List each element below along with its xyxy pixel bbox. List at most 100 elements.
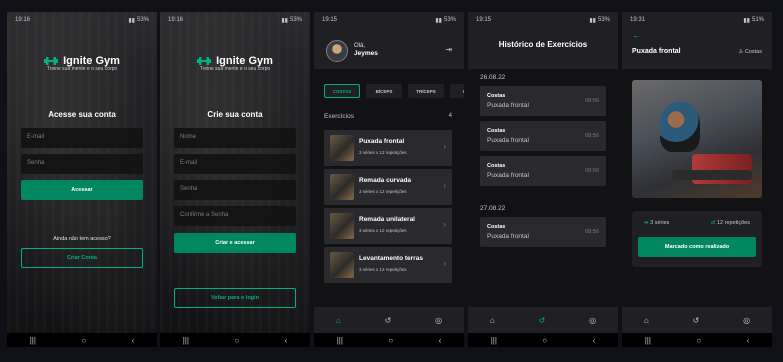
signin-screen: 19:16 ▮▮ 53% Ignite Gym Treine sua mente …	[7, 12, 157, 347]
exercise-name: Levantamento terras	[359, 255, 423, 262]
recents-icon[interactable]: |||	[30, 336, 36, 345]
history-tab-icon[interactable]: ↺	[693, 316, 700, 325]
exercise-thumbnail	[330, 135, 354, 161]
history-group: Costas	[487, 93, 506, 99]
history-time: 08:56	[585, 229, 599, 235]
history-exercise: Puxada frontal	[487, 137, 529, 144]
history-exercise: Puxada frontal	[487, 233, 529, 240]
exercise-card[interactable]: Remada unilateral 3 séries x 12 repetiçõ…	[324, 208, 452, 244]
home-nav-icon[interactable]: ○	[81, 336, 86, 345]
create-account-button[interactable]: Criar Conta	[21, 248, 143, 268]
signup-heading: Crie sua conta	[207, 110, 263, 119]
group-ombros[interactable]: OMB	[450, 84, 464, 98]
app-screenshots-collage: 19:16 ▮▮ 53% Ignite Gym Treine sua mente …	[0, 0, 783, 362]
email-field[interactable]: E-mail	[174, 154, 296, 174]
status-time: 19:15	[476, 17, 492, 23]
recents-icon[interactable]: |||	[491, 336, 497, 345]
password-field[interactable]: Senha	[21, 154, 143, 174]
battery-level: 53%	[289, 17, 302, 23]
history-screen: 19:15 ▮▮ 53% Histórico de Exercícios 26.0…	[468, 12, 618, 347]
recents-icon[interactable]: |||	[337, 336, 343, 345]
history-tab-icon[interactable]: ↺	[539, 316, 546, 325]
back-nav-icon[interactable]: ‹	[747, 336, 750, 345]
exercise-card[interactable]: Levantamento terras 3 séries x 12 repeti…	[324, 247, 452, 283]
logout-icon[interactable]: ⇥	[445, 45, 452, 54]
name-field[interactable]: Nome	[174, 128, 296, 148]
create-and-login-button[interactable]: Criar e acessar	[174, 233, 296, 253]
exercise-card[interactable]: Puxada frontal 3 séries x 12 repetições …	[324, 130, 452, 166]
email-field[interactable]: E-mail	[21, 128, 143, 148]
home-tab-icon[interactable]: ⌂	[490, 316, 495, 325]
signin-button[interactable]: Acessar	[21, 180, 143, 200]
history-item: Costas Puxada frontal 08:56	[480, 156, 606, 186]
mark-done-button[interactable]: Marcado como realizado	[638, 237, 756, 257]
battery-level: 53%	[136, 17, 149, 23]
exercise-detail: 3 séries x 12 repetições	[359, 267, 407, 272]
exercise-detail: 3 séries x 12 repetições	[359, 228, 407, 233]
android-nav-bar: ||| ○ ‹	[160, 333, 310, 347]
exercises-label: Exercícios	[324, 113, 354, 120]
bottom-tab-bar: ⌂ ↺ ◎	[314, 307, 464, 333]
group-costas[interactable]: COSTAS	[324, 84, 360, 98]
exercises-count: 4	[448, 113, 452, 119]
signin-heading: Acesse sua conta	[48, 110, 116, 119]
battery-level: 53%	[597, 17, 610, 23]
history-time: 08:56	[585, 98, 599, 104]
group-biceps[interactable]: BÍCEPS	[366, 84, 402, 98]
chevron-right-icon: ›	[443, 259, 446, 268]
home-nav-icon[interactable]: ○	[542, 336, 547, 345]
avatar[interactable]	[326, 40, 348, 62]
status-bar: 19:31 ▮▮ 51%	[622, 12, 772, 28]
back-nav-icon[interactable]: ‹	[593, 336, 596, 345]
chevron-right-icon: ›	[443, 142, 446, 151]
recents-icon[interactable]: |||	[183, 336, 189, 345]
signal-icon: ▮▮	[743, 17, 750, 24]
exercise-title: Puxada frontal	[632, 48, 681, 55]
status-time: 19:16	[15, 17, 31, 23]
home-nav-icon[interactable]: ○	[696, 336, 701, 345]
back-to-login-button[interactable]: Voltar para o login	[174, 288, 296, 308]
exercise-group: ♙ Costas	[738, 49, 762, 55]
history-group: Costas	[487, 224, 506, 230]
history-date: 26.08.22	[480, 74, 506, 81]
back-nav-icon[interactable]: ‹	[439, 336, 442, 345]
exercise-name: Remada curvada	[359, 177, 412, 184]
history-tab-icon[interactable]: ↺	[385, 316, 392, 325]
exercise-thumbnail	[330, 252, 354, 278]
back-nav-icon[interactable]: ‹	[285, 336, 288, 345]
back-arrow-icon[interactable]: ←	[632, 30, 641, 40]
exercise-photo	[632, 80, 762, 198]
home-tab-icon[interactable]: ⌂	[644, 316, 649, 325]
history-time: 08:56	[585, 168, 599, 174]
status-time: 19:16	[168, 17, 184, 23]
status-bar: 19:15 ▮▮ 53%	[314, 12, 464, 28]
sets-label: 3 séries	[650, 220, 670, 226]
group-triceps[interactable]: TRÍCEPS	[408, 84, 444, 98]
home-nav-icon[interactable]: ○	[388, 336, 393, 345]
history-group: Costas	[487, 163, 506, 169]
home-nav-icon[interactable]: ○	[234, 336, 239, 345]
sets-info: ⇹ 3 séries	[644, 220, 669, 226]
confirm-password-field[interactable]: Confirme a Senha	[174, 206, 296, 226]
history-time: 08:56	[585, 133, 599, 139]
recents-icon[interactable]: |||	[645, 336, 651, 345]
exercise-group-label: Costas	[744, 49, 762, 55]
home-tab-icon[interactable]: ⌂	[336, 316, 341, 325]
signup-screen: 19:16 ▮▮ 53% Ignite Gym Treine sua mente …	[160, 12, 310, 347]
history-exercise: Puxada frontal	[487, 172, 529, 179]
profile-tab-icon[interactable]: ◎	[589, 316, 596, 325]
profile-tab-icon[interactable]: ◎	[435, 316, 442, 325]
signal-icon: ▮▮	[128, 17, 135, 24]
battery-level: 51%	[751, 17, 764, 23]
password-field[interactable]: Senha	[174, 180, 296, 200]
exercise-stats-box: ⇹ 3 séries ⇄ 12 repetições Marcado como …	[632, 211, 762, 267]
back-nav-icon[interactable]: ‹	[132, 336, 135, 345]
profile-tab-icon[interactable]: ◎	[743, 316, 750, 325]
exercise-card[interactable]: Remada curvada 3 séries x 12 repetições …	[324, 169, 452, 205]
status-bar: 19:15 ▮▮ 53%	[468, 12, 618, 28]
android-nav-bar: ||| ○ ‹	[314, 333, 464, 347]
bottom-tab-bar: ⌂ ↺ ◎	[468, 307, 618, 333]
user-greeting: Olá, Jeymes	[354, 42, 378, 58]
chevron-right-icon: ›	[443, 181, 446, 190]
page-title: Histórico de Exercícios	[498, 40, 588, 49]
